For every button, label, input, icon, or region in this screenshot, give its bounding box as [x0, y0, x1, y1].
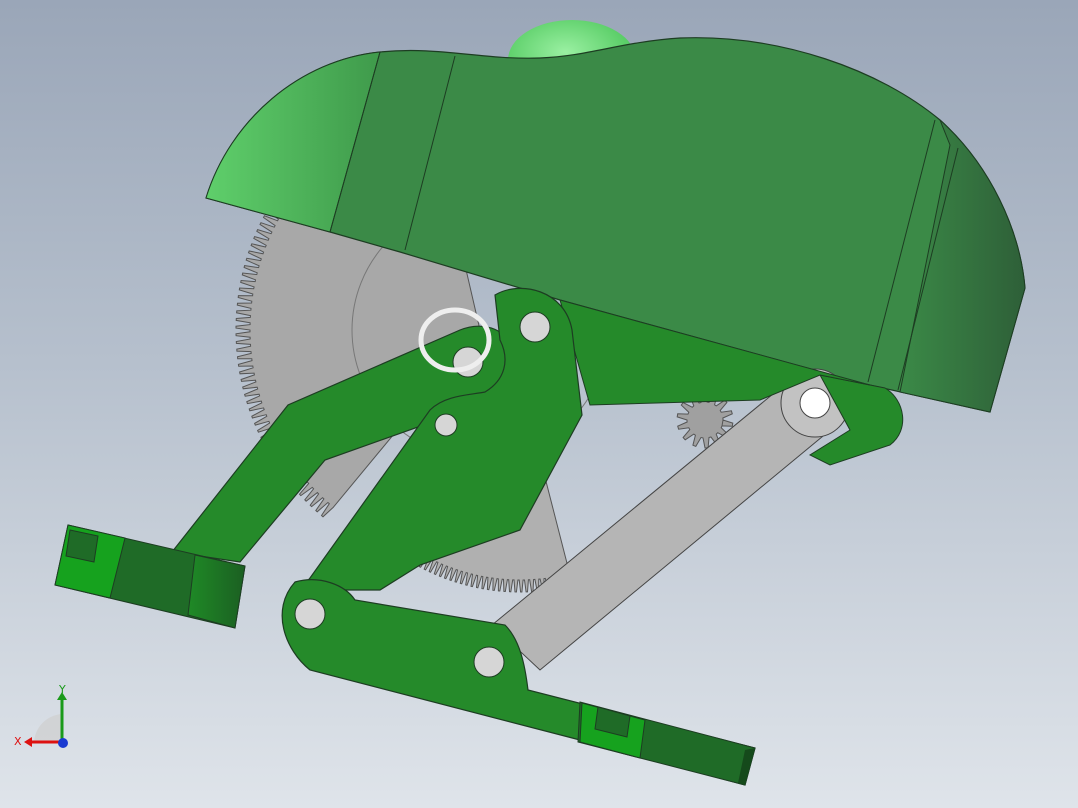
coordinate-triad: Y X — [14, 684, 68, 748]
pivot-hole — [473, 646, 505, 678]
3d-model-viewport[interactable]: Y X — [0, 0, 1078, 808]
right-finger-pad[interactable] — [577, 701, 756, 786]
x-axis-label: X — [14, 735, 22, 748]
gripper-assembly-model[interactable] — [0, 0, 1078, 808]
pivot-hole — [294, 598, 326, 630]
x-axis-head — [24, 737, 32, 747]
pivot-hole — [434, 413, 458, 437]
pivot-hole — [799, 387, 831, 419]
y-axis-label: Y — [58, 684, 66, 696]
pivot-hole — [519, 311, 551, 343]
triad-plane — [34, 714, 62, 742]
z-axis-dot — [58, 738, 68, 748]
